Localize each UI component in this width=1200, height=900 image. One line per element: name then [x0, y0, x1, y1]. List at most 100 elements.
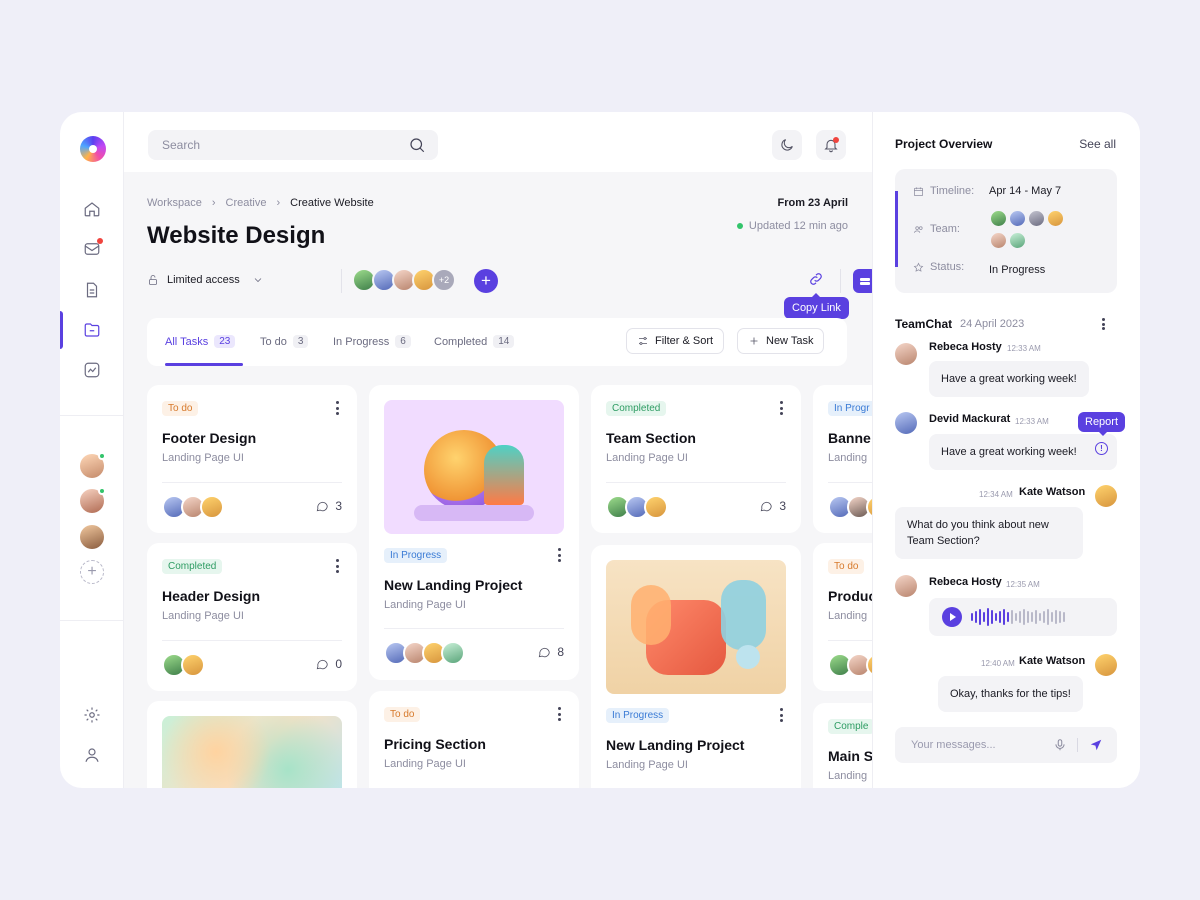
chat-message: Have a great working week!: [929, 434, 1117, 470]
add-member-button[interactable]: +: [474, 269, 498, 293]
tab-label: To do: [260, 335, 287, 348]
play-icon[interactable]: [942, 607, 962, 627]
search-bar[interactable]: Search: [148, 130, 438, 160]
lock-icon: [149, 275, 157, 285]
search-input[interactable]: Search: [162, 138, 200, 152]
search-icon[interactable]: [408, 136, 426, 154]
waveform-bar: [1043, 611, 1045, 623]
avatar[interactable]: [80, 452, 106, 478]
more-options-icon[interactable]: [557, 548, 561, 562]
updated-text: Updated 12 min ago: [748, 220, 848, 232]
message-time: 12:35 AM: [1006, 580, 1040, 589]
tab-completed[interactable]: Completed 14: [434, 335, 515, 348]
task-card[interactable]: In Progress New Landing Project Landing …: [591, 545, 801, 788]
comment-icon: [539, 647, 551, 658]
task-card[interactable]: To do Pricing Section Landing Page UI: [369, 691, 579, 788]
chat-message: Okay, thanks for the tips!: [938, 676, 1083, 712]
tab-in-progress[interactable]: In Progress 6: [333, 335, 411, 348]
waveform-bar: [1011, 610, 1013, 624]
tab-all-tasks[interactable]: All Tasks 23: [165, 335, 236, 348]
waveform-bar: [1023, 609, 1025, 625]
plus-icon: [750, 337, 758, 345]
user-icon[interactable]: [81, 744, 103, 766]
new-task-label: New Task: [766, 335, 814, 347]
tab-to-do[interactable]: To do 3: [260, 335, 309, 348]
app-window: + Search Workspace › Creative › Creative…: [60, 112, 1140, 788]
task-card[interactable]: To do Footer Design Landing Page UI 3: [147, 385, 357, 533]
breadcrumb-item[interactable]: Creative: [226, 197, 267, 209]
breadcrumb-item[interactable]: Workspace: [147, 197, 202, 209]
more-options-icon[interactable]: [335, 401, 339, 415]
status-value: In Progress: [989, 264, 1046, 276]
more-options-icon[interactable]: [779, 401, 783, 415]
more-options-icon[interactable]: [779, 708, 783, 722]
assignee-avatars: [162, 495, 224, 519]
sender-name: Kate Watson: [1019, 655, 1086, 667]
new-task-button[interactable]: New Task: [737, 328, 825, 354]
card-title: New Landing Project: [606, 737, 745, 753]
more-options-icon[interactable]: [557, 707, 561, 721]
waveform-bar: [971, 613, 973, 621]
home-icon[interactable]: [81, 198, 103, 220]
comment-count[interactable]: 3: [315, 499, 342, 513]
task-card[interactable]: In Progress New Landing Project Landing …: [369, 385, 579, 680]
see-all-link[interactable]: See all: [1079, 137, 1116, 151]
status-badge: Comple: [828, 719, 875, 734]
send-icon[interactable]: [1089, 738, 1103, 752]
avatar[interactable]: [80, 525, 104, 549]
microphone-icon[interactable]: [1053, 738, 1067, 752]
online-indicator: [98, 487, 106, 495]
avatar: [989, 209, 1008, 228]
panel-title: Project Overview: [895, 137, 993, 151]
more-options-icon[interactable]: [335, 559, 339, 573]
chevron-right-icon: ›: [276, 197, 281, 209]
status-dot: [736, 223, 743, 229]
task-card[interactable]: Completed Team Section Landing Page UI 3: [591, 385, 801, 533]
folder-icon[interactable]: [81, 319, 103, 341]
notifications-button[interactable]: [816, 130, 846, 160]
card-subtitle: Landing Page UI: [162, 452, 244, 464]
comment-count[interactable]: 0: [315, 657, 342, 671]
message-time: 12:33 AM: [1015, 417, 1049, 426]
settings-icon[interactable]: [81, 704, 103, 726]
document-icon[interactable]: [81, 279, 103, 301]
divider: [162, 640, 342, 641]
task-card[interactable]: [147, 701, 357, 788]
report-button[interactable]: Report: [1078, 412, 1126, 436]
task-card[interactable]: Completed Header Design Landing Page UI …: [147, 543, 357, 691]
overview-card: Timeline: Apr 14 - May 7 Team: Status: I…: [895, 169, 1117, 293]
more-members-badge[interactable]: +2: [432, 268, 456, 292]
waveform-bar: [1015, 613, 1017, 621]
analytics-icon[interactable]: [81, 359, 103, 381]
teamchat-title: TeamChat: [895, 317, 953, 331]
status-badge: In Progr: [828, 401, 876, 416]
filter-icon: [639, 337, 647, 345]
moon-icon: [781, 139, 793, 151]
card-title: Team Section: [606, 430, 696, 446]
filter-sort-button[interactable]: Filter & Sort: [626, 328, 725, 354]
comment-count[interactable]: 8: [537, 645, 564, 659]
message-input[interactable]: Your messages...: [895, 727, 1117, 763]
avatar[interactable]: [80, 487, 106, 513]
sender-name: Rebeca Hosty: [929, 341, 1002, 353]
comment-count[interactable]: 3: [759, 499, 786, 513]
dark-mode-button[interactable]: [772, 130, 802, 160]
info-icon[interactable]: !: [1095, 442, 1108, 455]
chevron-right-icon: ›: [211, 197, 216, 209]
mail-icon[interactable]: [81, 238, 103, 260]
sidebar: +: [60, 112, 124, 788]
link-icon[interactable]: [808, 271, 826, 289]
access-dropdown[interactable]: Limited access: [147, 274, 264, 286]
top-bar: Search: [124, 112, 872, 172]
app-logo[interactable]: [80, 136, 106, 162]
voice-message[interactable]: [929, 598, 1117, 636]
add-member-icon[interactable]: +: [80, 560, 104, 584]
sidebar-divider: [60, 415, 124, 416]
avatar: [200, 495, 224, 519]
message-time: 12:33 AM: [1007, 344, 1041, 353]
card-title: Footer Design: [162, 430, 257, 446]
team-avatars[interactable]: +2: [352, 268, 456, 292]
more-options-icon[interactable]: [1102, 318, 1106, 330]
tab-count: 3: [292, 335, 309, 348]
card-title: Header Design: [162, 588, 261, 604]
